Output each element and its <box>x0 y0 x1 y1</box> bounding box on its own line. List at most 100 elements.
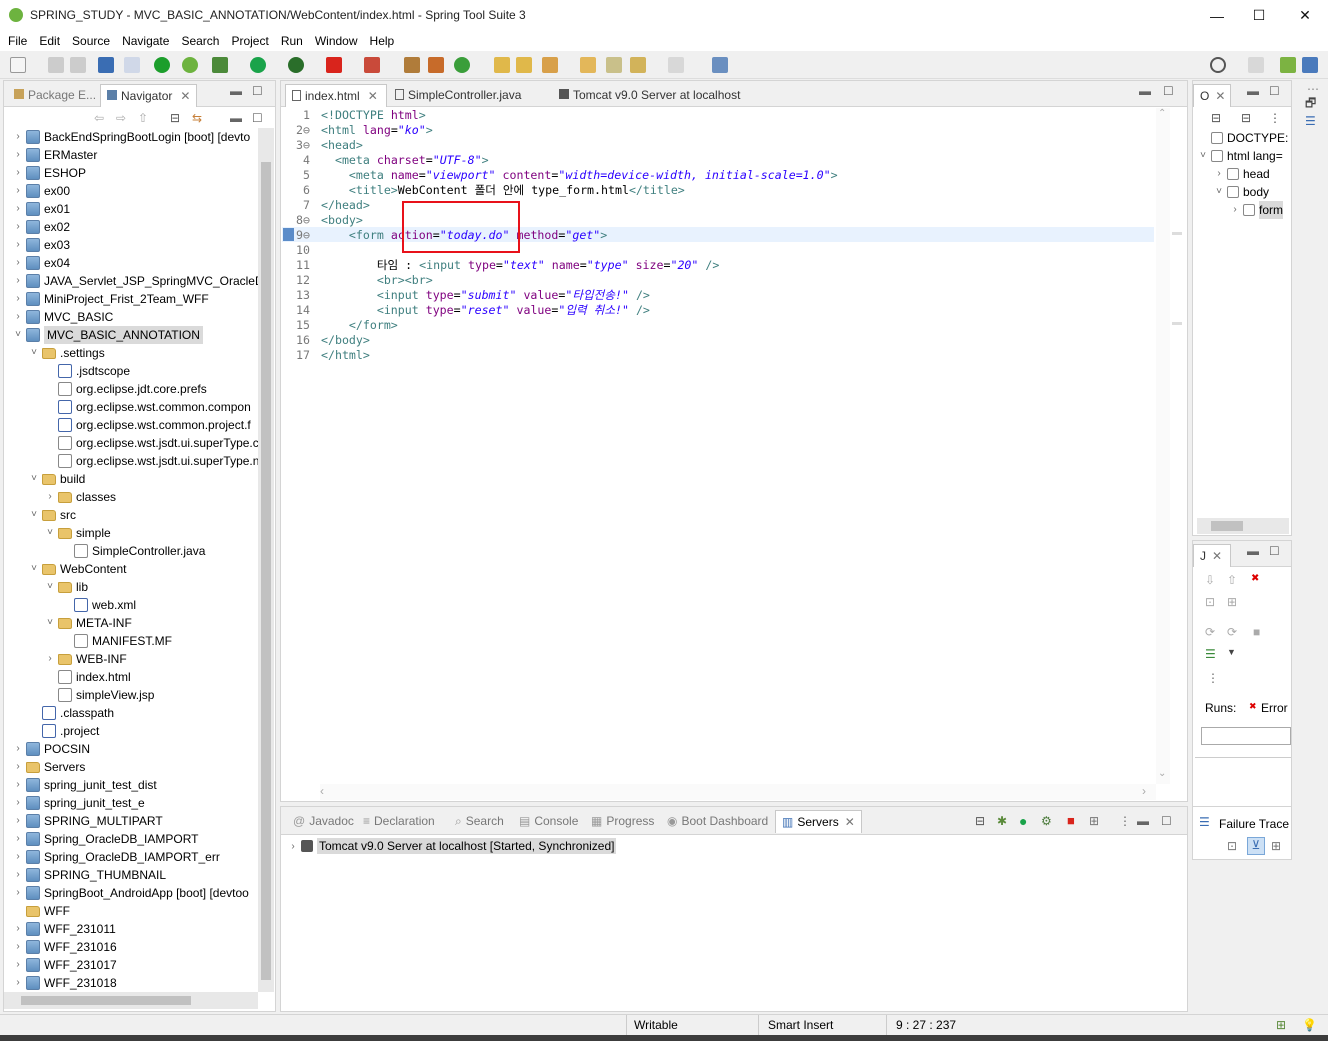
spring-start-icon[interactable] <box>154 57 170 73</box>
code-line[interactable]: </head> <box>321 198 370 213</box>
tree-item[interactable]: ˅ META-INF <box>44 614 132 632</box>
scroll-right-icon[interactable]: › <box>1142 784 1146 798</box>
tree-item[interactable]: ˅ src <box>28 506 76 524</box>
expand-arrow-icon[interactable]: ˅ <box>44 524 56 542</box>
tab-console[interactable]: ▤ Console <box>513 810 584 833</box>
code-line[interactable]: <head> <box>321 138 363 153</box>
back-nav-icon[interactable]: ⇦ <box>94 111 104 125</box>
outline-item[interactable]: › form <box>1229 201 1283 219</box>
open-folder-icon[interactable] <box>580 57 596 73</box>
expand-arrow-icon[interactable]: › <box>12 272 24 290</box>
maximize-view-icon[interactable]: ☐ <box>1269 544 1280 558</box>
tab-outline[interactable]: O ✕ <box>1193 84 1231 107</box>
expand-arrow-icon[interactable]: › <box>12 128 24 146</box>
new-java-project-icon[interactable] <box>404 57 420 73</box>
menu-window[interactable]: Window <box>315 34 358 48</box>
tab-tomcat-server[interactable]: Tomcat v9.0 Server at localhost <box>553 84 746 107</box>
tree-item[interactable]: MANIFEST.MF <box>60 632 172 650</box>
tree-item[interactable]: › ERMaster <box>12 146 97 164</box>
scrollbar-thumb[interactable] <box>21 996 191 1005</box>
code-line[interactable]: <input type="submit" value="타입전송!" /> <box>321 288 650 303</box>
expand-arrow-icon[interactable]: › <box>44 650 56 668</box>
tree-item[interactable]: › WFF_231017 <box>12 956 117 974</box>
stop-server-icon[interactable]: ■ <box>1067 813 1075 828</box>
code-line[interactable]: <input type="reset" value="입력 취소!" /> <box>321 303 650 318</box>
show-failures-icon[interactable]: ✖ <box>1251 573 1259 584</box>
copy-trace-icon[interactable]: ⊞ <box>1271 839 1281 853</box>
spring-perspective-icon[interactable] <box>1280 57 1296 73</box>
tree-item[interactable]: ˅ .settings <box>28 344 105 362</box>
view-menu-icon[interactable]: ⋮ <box>1207 671 1219 685</box>
expand-arrow-icon[interactable]: ˅ <box>28 560 40 578</box>
minimize-view-icon[interactable]: ▬ <box>1139 84 1151 98</box>
minimize-view-icon[interactable]: ▬ <box>1247 84 1259 98</box>
tree-item[interactable]: .classpath <box>28 704 114 722</box>
tip-icon[interactable]: 💡 <box>1302 1018 1317 1032</box>
minimize-view-icon[interactable]: ▬ <box>230 111 242 125</box>
tab-index-html[interactable]: index.html ✕ <box>285 84 387 107</box>
tree-item[interactable]: › ex02 <box>12 218 70 236</box>
publish-icon[interactable]: ⊞ <box>1089 814 1099 828</box>
close-icon[interactable]: ✕ <box>845 815 855 829</box>
tree-item[interactable]: › spring_junit_test_e <box>12 794 145 812</box>
tree-item[interactable]: ˅ simple <box>44 524 111 542</box>
minimize-view-icon[interactable]: ▬ <box>1137 814 1149 828</box>
tree-item[interactable]: simpleView.jsp <box>44 686 154 704</box>
tree-item[interactable]: › ex03 <box>12 236 70 254</box>
code-line[interactable]: </body> <box>321 333 370 348</box>
dropdown-icon[interactable]: ▼ <box>1227 647 1236 657</box>
tab-servers[interactable]: ▥ Servers ✕ <box>775 810 862 833</box>
search-icon[interactable] <box>1210 57 1226 73</box>
scrollbar-thumb[interactable] <box>261 162 271 980</box>
expand-arrow-icon[interactable]: › <box>12 884 24 902</box>
editor-horizontal-scrollbar[interactable]: ‹ › <box>320 784 1156 800</box>
tree-item[interactable]: org.eclipse.wst.common.project.f <box>44 416 251 434</box>
last-edit-icon[interactable] <box>606 57 622 73</box>
menu-edit[interactable]: Edit <box>39 34 60 48</box>
expand-arrow-icon[interactable]: ˅ <box>28 344 40 362</box>
expand-arrow-icon[interactable]: › <box>12 146 24 164</box>
tree-item[interactable]: org.eclipse.wst.jsdt.ui.superType.n <box>44 452 258 470</box>
outline-item[interactable]: ˅ html lang= <box>1197 147 1283 165</box>
maximize-view-icon[interactable]: ☐ <box>1161 814 1172 828</box>
expand-arrow-icon[interactable]: › <box>12 236 24 254</box>
up-nav-icon[interactable]: ⇧ <box>138 111 148 125</box>
minimize-view-icon[interactable]: ▬ <box>230 84 242 98</box>
outline-horizontal-scrollbar[interactable] <box>1197 518 1289 534</box>
expand-arrow-icon[interactable]: › <box>12 776 24 794</box>
tab-navigator[interactable]: Navigator ✕ <box>100 84 198 107</box>
expand-arrow-icon[interactable]: › <box>12 866 24 884</box>
compare-icon[interactable]: ⊡ <box>1227 839 1237 853</box>
expand-arrow-icon[interactable]: › <box>12 758 24 776</box>
outline-item[interactable]: › head <box>1213 165 1269 183</box>
expand-arrow-icon[interactable]: › <box>44 488 56 506</box>
tree-item[interactable]: › ex04 <box>12 254 70 272</box>
debug-server-icon[interactable]: ✱ <box>997 814 1007 828</box>
editor-vertical-scrollbar[interactable]: ⌃ ⌄ <box>1156 108 1170 784</box>
tree-item[interactable]: ˅ lib <box>44 578 88 596</box>
tree-item[interactable]: › MiniProject_Frist_2Team_WFF <box>12 290 209 308</box>
tree-item[interactable]: › ESHOP <box>12 164 86 182</box>
code-line[interactable]: <title>WebContent 폴더 안에 type_form.html</… <box>321 183 685 198</box>
tree-item[interactable]: › POCSIN <box>12 740 90 758</box>
maximize-view-icon[interactable]: ☐ <box>252 111 263 125</box>
collapse-all-icon[interactable]: ⊟ <box>1211 111 1221 125</box>
console-icon[interactable] <box>98 57 114 73</box>
maximize-view-icon[interactable]: ☐ <box>252 84 263 98</box>
tree-item[interactable]: .jsdtscope <box>44 362 130 380</box>
tree-item[interactable]: org.eclipse.wst.jsdt.ui.superType.c <box>44 434 258 452</box>
tab-javadoc[interactable]: @ Javadoc <box>287 810 360 833</box>
expand-arrow-icon[interactable]: › <box>12 290 24 308</box>
pin-editor-icon[interactable] <box>712 57 728 73</box>
new-package-icon[interactable] <box>428 57 444 73</box>
rerun-icon[interactable]: ⟳ <box>1205 625 1215 639</box>
tab-declaration[interactable]: ≡ Declaration <box>357 810 441 833</box>
tree-item[interactable]: › Spring_OracleDB_IAMPORT_err <box>12 848 220 866</box>
scroll-down-icon[interactable]: ⌄ <box>1158 768 1166 779</box>
tab-boot-dashboard[interactable]: ◉ Boot Dashboard <box>661 810 774 833</box>
close-button[interactable]: ✕ <box>1282 0 1328 31</box>
new-class-icon[interactable] <box>454 57 470 73</box>
tab-package-explorer[interactable]: Package E... <box>8 84 102 107</box>
run-server-icon[interactable] <box>288 57 304 73</box>
tree-item[interactable]: › BackEndSpringBootLogin [boot] [devto <box>12 128 250 146</box>
